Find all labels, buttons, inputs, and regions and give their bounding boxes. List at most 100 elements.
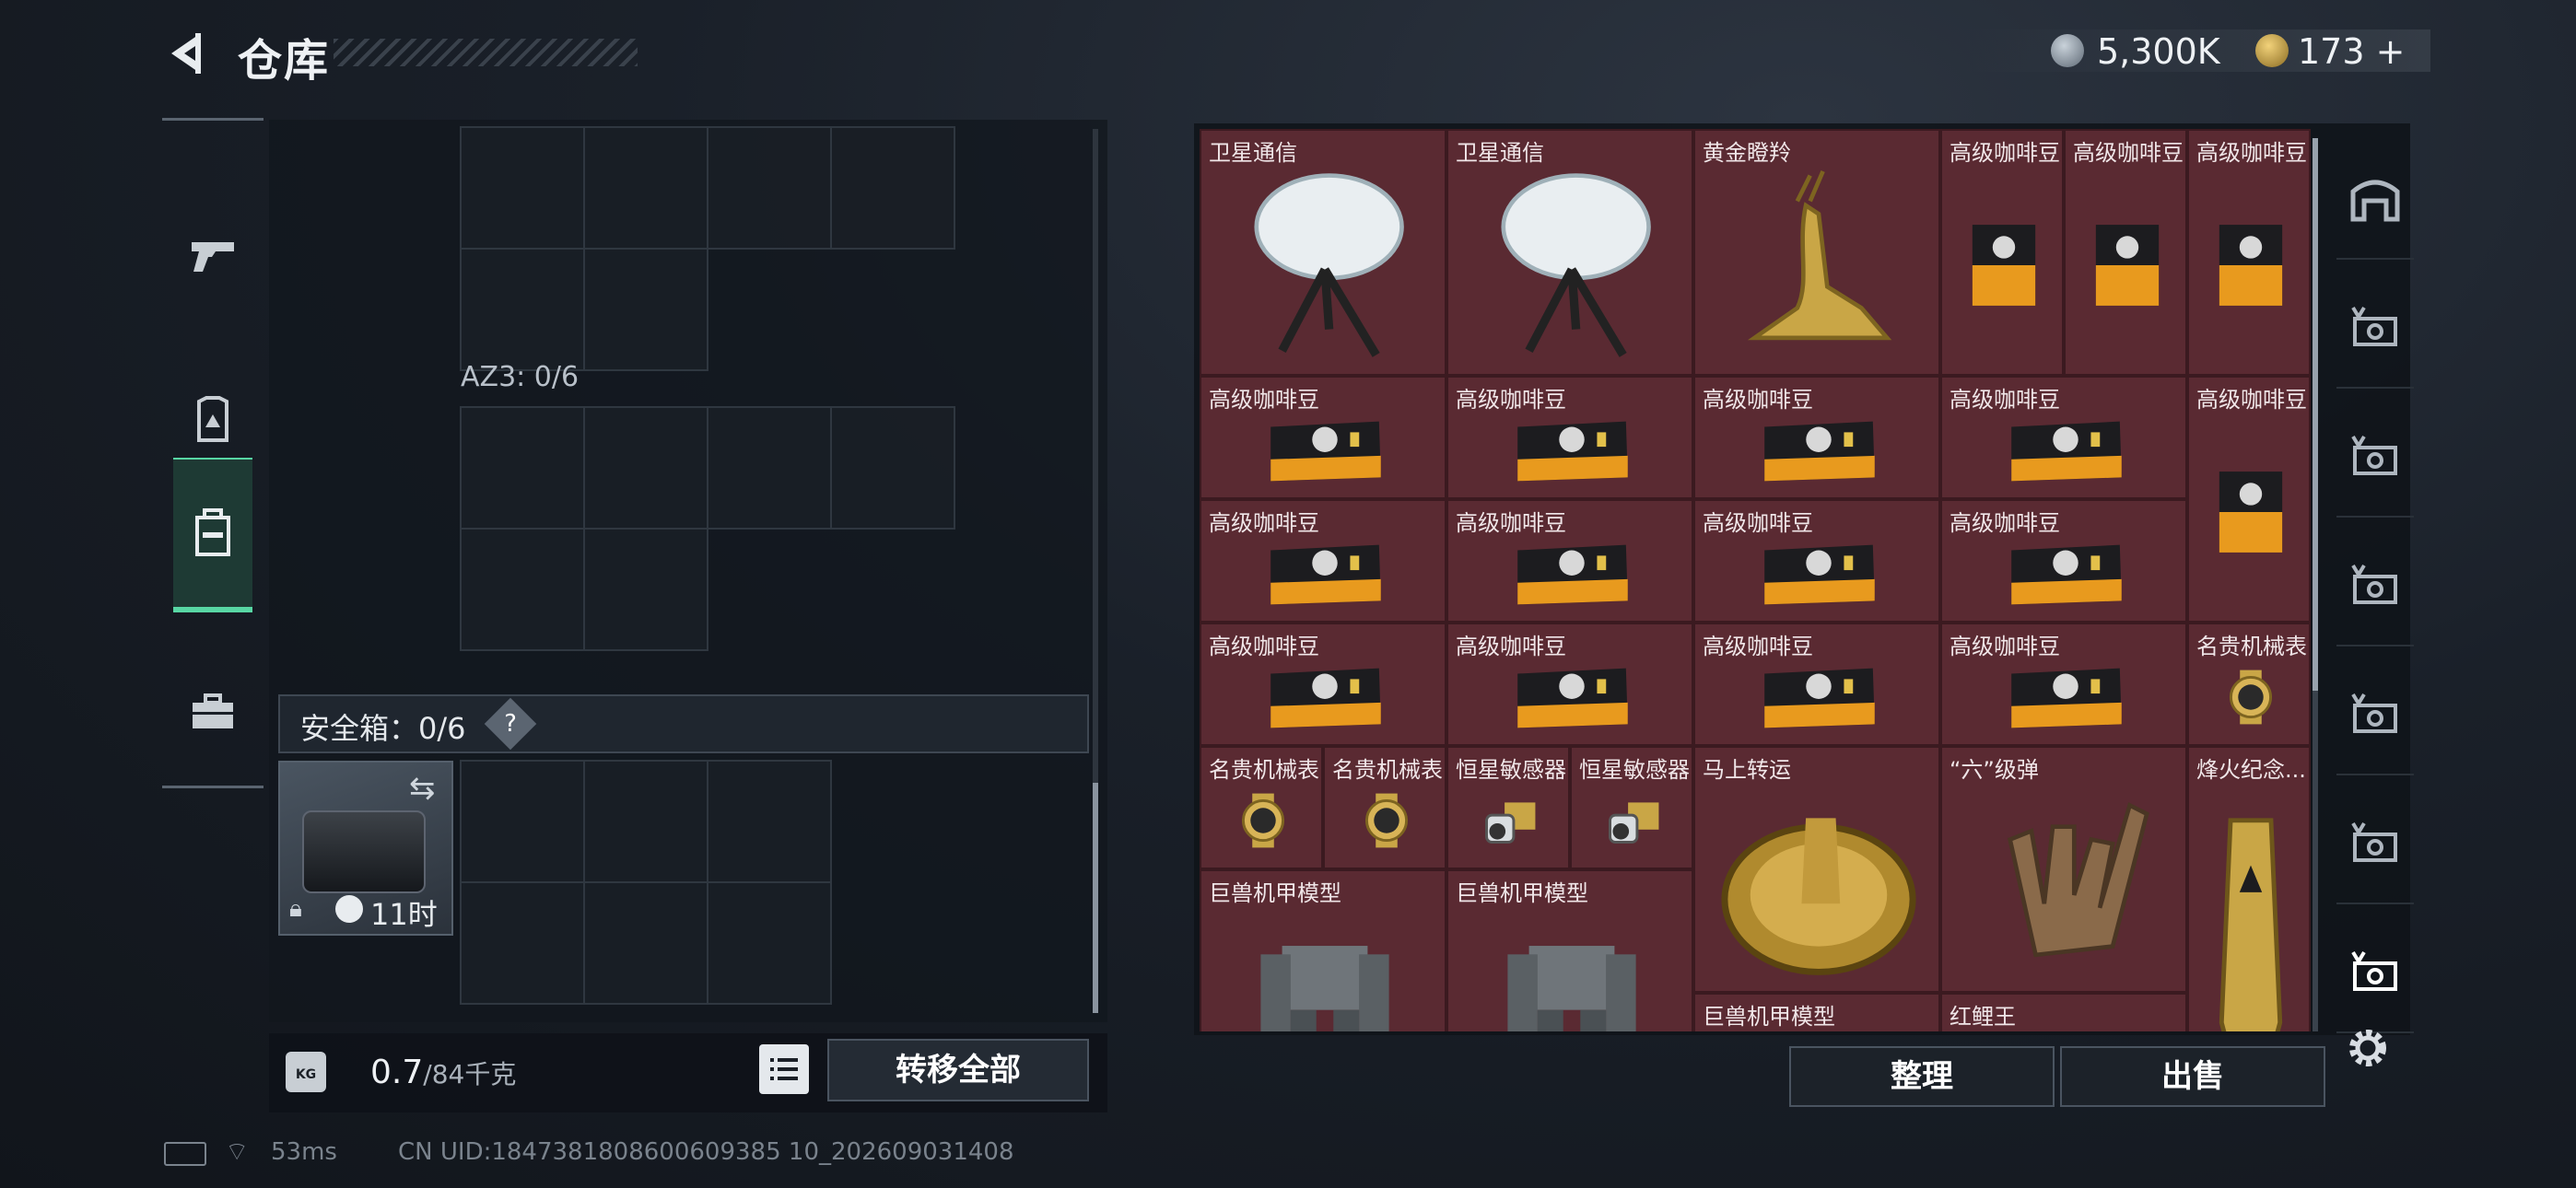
trophy-item-icon	[2195, 775, 2307, 1031]
category-toolbox[interactable]	[173, 638, 252, 786]
left-scrollbar-thumb[interactable]	[1093, 783, 1098, 1013]
stash-item[interactable]: 高级咖啡豆	[1200, 376, 1446, 499]
stash-item[interactable]: 名贵机械表	[1323, 746, 1446, 869]
stash-item[interactable]: 卫星通信	[1200, 129, 1446, 376]
grid-slot[interactable]	[707, 760, 832, 883]
case-icon	[302, 810, 426, 893]
stash-item[interactable]: 烽火纪念...	[2187, 746, 2311, 1031]
filter-iv-icon[interactable]	[2336, 783, 2414, 904]
swap-icon[interactable]: ⇆	[409, 770, 436, 807]
stash-item[interactable]: 高级咖啡豆	[2187, 376, 2311, 623]
stash-item[interactable]: 高级咖啡豆	[1200, 499, 1446, 623]
item-name: 高级咖啡豆	[1950, 510, 2060, 536]
category-backpack[interactable]	[173, 458, 252, 612]
item-name: 卫星通信	[1456, 140, 1544, 166]
bagflat-item-icon	[1948, 529, 2184, 621]
item-name: 高级咖啡豆	[1456, 510, 1566, 536]
stash-item[interactable]: 高级咖啡豆	[1940, 623, 2187, 746]
filter-all-icon[interactable]	[2336, 267, 2414, 389]
item-name: 恒星敏感器	[1456, 757, 1566, 783]
stash-item[interactable]: 高级咖啡豆	[1200, 623, 1446, 746]
grid-slot[interactable]	[460, 406, 585, 530]
stash-item[interactable]: 高级咖啡豆	[1446, 623, 1693, 746]
grid-slot[interactable]	[583, 760, 708, 883]
wifi-icon: ⌔	[225, 1136, 250, 1167]
bagflat-item-icon	[1454, 529, 1690, 621]
sort-button[interactable]: 整理	[1789, 1046, 2055, 1107]
stash-item[interactable]: 巨兽机甲模型	[1446, 869, 1693, 1031]
bag-item-icon	[2071, 158, 2184, 374]
add-gold-button[interactable]: +	[2376, 31, 2406, 72]
stash-item[interactable]: 卫星通信	[1446, 129, 1693, 376]
stash-item[interactable]: 恒星敏感器	[1446, 746, 1570, 869]
help-icon[interactable]: ?	[484, 697, 537, 751]
grid-slot[interactable]	[460, 126, 585, 250]
stash-item[interactable]: 高级咖啡豆	[2064, 129, 2187, 376]
filter-v-icon[interactable]	[2336, 396, 2414, 518]
item-name: 高级咖啡豆	[1703, 510, 1813, 536]
grid-slot[interactable]	[460, 248, 585, 371]
vault-icon[interactable]	[2336, 138, 2414, 260]
stash-item[interactable]: 高级咖啡豆	[1446, 499, 1693, 623]
item-name: “六”级弹	[1950, 757, 2039, 783]
grid-slot[interactable]	[460, 760, 585, 883]
title-decoration	[334, 39, 638, 66]
item-name: 高级咖啡豆	[1209, 387, 1319, 413]
item-name: 高级咖啡豆	[1456, 634, 1566, 659]
filter-v-selected-icon[interactable]	[2336, 912, 2414, 1033]
stash-item[interactable]: 高级咖啡豆	[1693, 376, 1940, 499]
settings-gear-icon[interactable]	[2342, 1022, 2394, 1074]
gold-balance[interactable]: 173 +	[2298, 31, 2405, 72]
bag-item-icon	[2195, 158, 2307, 374]
stash-item[interactable]: 名贵机械表	[2187, 623, 2311, 746]
item-name: 高级咖啡豆	[1703, 387, 1813, 413]
stash-item[interactable]: 巨兽机甲模型	[1200, 869, 1446, 1031]
stash-item[interactable]: 高级咖啡豆	[1940, 499, 2187, 623]
filter-v2-icon[interactable]	[2336, 525, 2414, 646]
item-name: 高级咖啡豆	[2196, 387, 2307, 413]
grid-slot[interactable]	[707, 406, 832, 530]
safebox-case[interactable]: ⇆ 🔒︎ 11时	[278, 761, 453, 936]
transfer-all-button[interactable]: 转移全部	[827, 1039, 1089, 1101]
grid-slot[interactable]	[583, 528, 708, 651]
stash-scrollbar-thumb[interactable]	[2313, 138, 2318, 691]
item-name: 巨兽机甲模型	[1209, 880, 1341, 906]
filter-v3-icon[interactable]	[2336, 654, 2414, 775]
grid-slot[interactable]	[583, 248, 708, 371]
back-arrow-icon[interactable]	[164, 29, 208, 77]
stash-item[interactable]: 巨兽机甲模型	[1693, 993, 1940, 1031]
list-view-button[interactable]	[759, 1044, 809, 1094]
stash-item[interactable]: 高级咖啡豆	[2187, 129, 2311, 376]
stash-item[interactable]: 黄金瞪羚	[1693, 129, 1940, 376]
stash-item[interactable]: 马上转运	[1693, 746, 1940, 993]
stash-item[interactable]: 名贵机械表	[1200, 746, 1323, 869]
lock-icon: 🔒︎	[289, 895, 302, 923]
item-name: 名贵机械表	[1209, 757, 1319, 783]
sensor-item-icon	[1454, 775, 1566, 868]
grid-slot[interactable]	[460, 528, 585, 651]
grid-slot[interactable]	[583, 126, 708, 250]
stash-grid: 卫星通信 卫星通信 黄金瞪羚 高级咖啡豆 高级咖啡豆 高级咖啡豆 高级咖啡豆 高级咖啡豆 高级咖…	[1200, 129, 2311, 1031]
category-weapons[interactable]	[173, 181, 252, 329]
stash-item[interactable]: 高级咖啡豆	[1446, 376, 1693, 499]
stash-item[interactable]: “六”级弹	[1940, 746, 2187, 993]
grid-slot[interactable]	[830, 126, 955, 250]
grid-slot[interactable]	[707, 881, 832, 1005]
item-name: 巨兽机甲模型	[1703, 1004, 1835, 1030]
stash-item[interactable]: 高级咖啡豆	[1693, 623, 1940, 746]
grid-slot[interactable]	[830, 406, 955, 530]
grid-slot[interactable]	[583, 881, 708, 1005]
stash-item[interactable]: 红鲤王	[1940, 993, 2187, 1031]
weight-readout: 0.7/84千克	[370, 1054, 517, 1091]
pistol-icon	[192, 242, 234, 272]
stash-item[interactable]: 高级咖啡豆	[1693, 499, 1940, 623]
stash-item[interactable]: 高级咖啡豆	[1940, 376, 2187, 499]
sell-button[interactable]: 出售	[2060, 1046, 2325, 1107]
grid-slot[interactable]	[707, 126, 832, 250]
stash-item[interactable]: 高级咖啡豆	[1940, 129, 2064, 376]
stash-item[interactable]: 恒星敏感器	[1570, 746, 1693, 869]
grid-slot[interactable]	[460, 881, 585, 1005]
grid-slot[interactable]	[583, 406, 708, 530]
mech-item-icon	[1207, 899, 1443, 1031]
safebox-timer: 11时	[370, 897, 438, 932]
